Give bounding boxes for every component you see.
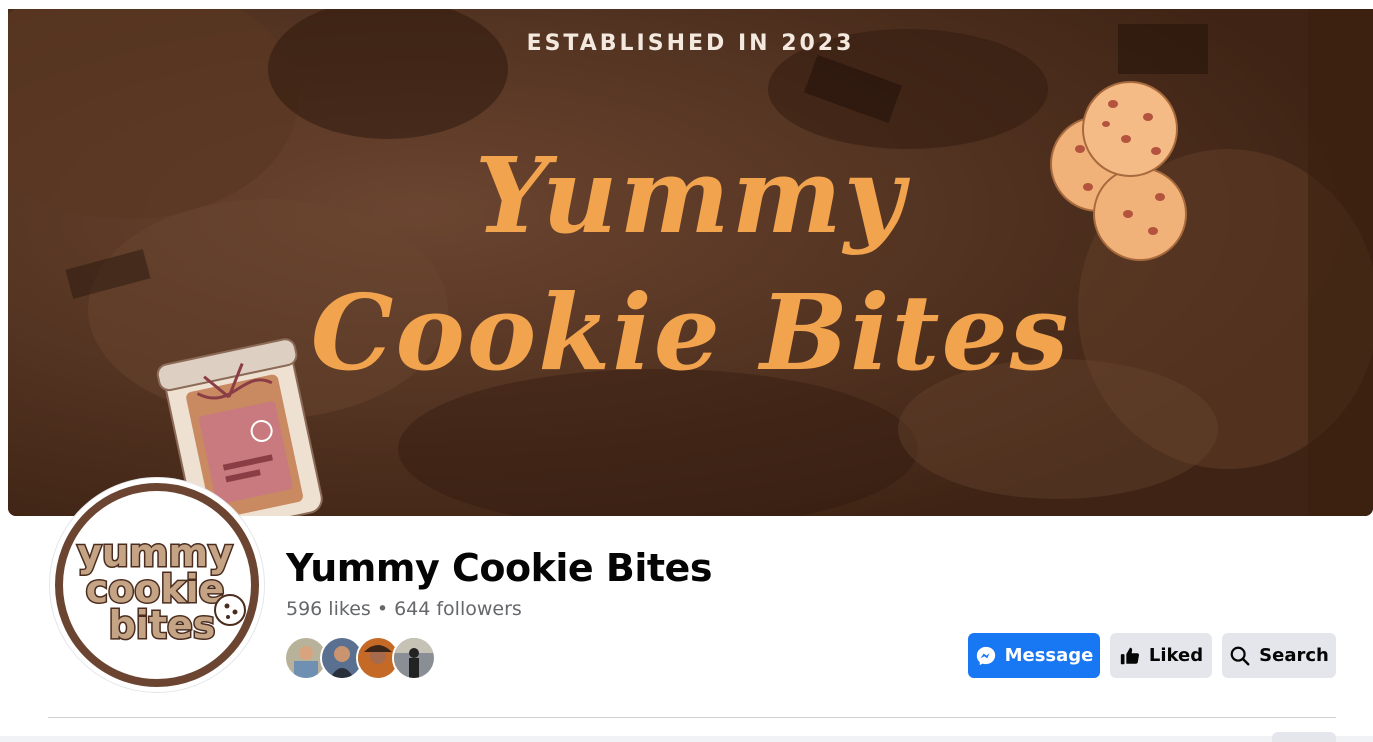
avatar-logo: yummy cookie bites xyxy=(53,481,261,689)
friend-avatar[interactable] xyxy=(392,636,436,680)
cover-tagline: ESTABLISHED IN 2023 xyxy=(526,31,855,56)
cover-background-illustration xyxy=(8,9,1373,516)
page-profile-picture[interactable]: yummy cookie bites xyxy=(50,478,264,692)
cover-title-line2: Cookie Bites xyxy=(310,271,1071,394)
search-icon xyxy=(1230,646,1250,665)
cover-title-line1: Yummy xyxy=(474,134,907,257)
more-options-button[interactable] xyxy=(1272,732,1336,742)
page-stats[interactable]: 596 likes • 644 followers xyxy=(286,598,522,620)
thumbs-up-icon xyxy=(1120,647,1139,664)
friend-avatars xyxy=(284,636,436,680)
message-button-label: Message xyxy=(1004,645,1094,666)
profile-divider xyxy=(48,717,1336,718)
messenger-icon xyxy=(976,646,995,665)
page: ESTABLISHED IN 2023 Yummy Cookie Bites y… xyxy=(0,0,1373,742)
cover-photo[interactable]: ESTABLISHED IN 2023 Yummy Cookie Bites xyxy=(8,9,1373,516)
liked-button-label: Liked xyxy=(1148,645,1204,666)
message-button[interactable]: Message xyxy=(968,633,1100,678)
page-title: Yummy Cookie Bites xyxy=(286,546,712,590)
top-strip xyxy=(0,0,1373,9)
avatar-text-line3: bites xyxy=(109,603,216,647)
liked-button[interactable]: Liked xyxy=(1110,633,1212,678)
search-button-label: Search xyxy=(1259,645,1329,666)
search-button[interactable]: Search xyxy=(1222,633,1336,678)
